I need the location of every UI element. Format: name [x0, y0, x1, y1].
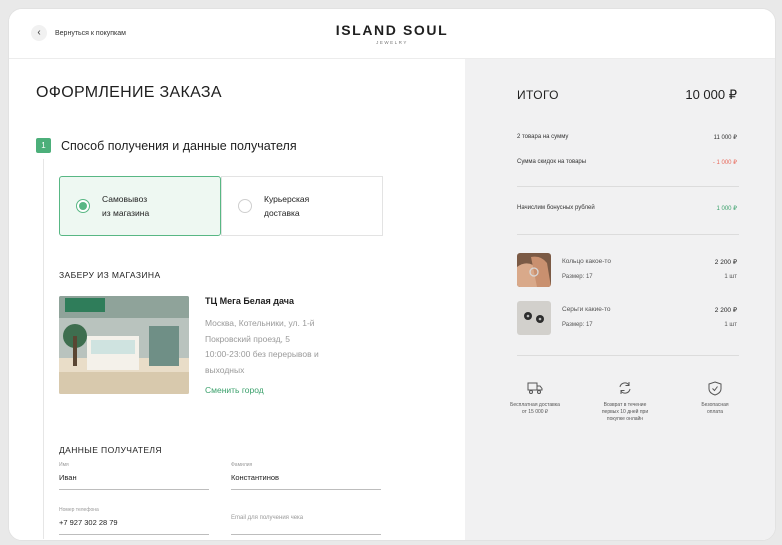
step-title: Способ получения и данные получателя	[61, 138, 297, 153]
option-pickup-line2: из магазина	[102, 208, 150, 218]
summary-total-header: ИТОГО 10 000 ₽	[517, 87, 737, 103]
email-field[interactable]: Email для получения чека	[231, 507, 381, 535]
last-name-value[interactable]: Константинов	[231, 473, 381, 482]
brand-logo[interactable]: ISLAND SOUL JEWELRY	[9, 22, 775, 45]
benefit-text: первых 10 дней при	[601, 409, 649, 415]
first-name-label: Имя	[59, 462, 69, 468]
divider	[517, 234, 739, 235]
email-placeholder[interactable]: Email для получения чека	[231, 515, 381, 521]
benefit-text: покупке онлайн	[606, 416, 644, 422]
last-name-field[interactable]: Фамилия Константинов	[231, 462, 381, 490]
product-item[interactable]: Кольцо какое-то Размер: 17 2 200 ₽ 1 шт	[517, 253, 737, 289]
discount-value: - 1 000 ₽	[712, 160, 737, 166]
benefit-text: оплата	[706, 409, 724, 415]
subtotal-label: 2 товара на сумму	[517, 134, 569, 140]
product-quantity: 1 шт	[724, 274, 737, 280]
option-courier-line1: Курьерская	[264, 194, 310, 204]
option-courier[interactable]: Курьерская доставка	[221, 176, 383, 236]
truck-icon	[495, 381, 575, 397]
phone-label: Номер телефона	[59, 507, 99, 513]
step-number-badge: 1	[36, 138, 51, 153]
store-address-line: Покровский проезд, 5	[205, 333, 290, 344]
radio-unselected[interactable]	[238, 199, 252, 213]
checkout-form: ОФОРМЛЕНИЕ ЗАКАЗА 1 Способ получения и д…	[9, 59, 465, 540]
store-address-line: Москва, Котельники, ул. 1-й	[205, 318, 315, 328]
summary-line-bonus: Начислим бонусных рублей 1 000 ₽	[517, 205, 737, 212]
bonus-label: Начислим бонусных рублей	[517, 205, 595, 211]
pickup-section-title: ЗАБЕРУ ИЗ МАГАЗИНА	[59, 270, 161, 280]
benefit-free-delivery: Бесплатная доставка от 15 000 ₽	[495, 381, 575, 423]
phone-value[interactable]: +7 927 302 28 79	[59, 518, 209, 527]
benefit-text: от 15 000 ₽	[521, 409, 549, 415]
phone-field[interactable]: Номер телефона +7 927 302 28 79	[59, 507, 209, 535]
first-name-field[interactable]: Имя Иван	[59, 462, 209, 490]
product-name: Серьги какие-то	[562, 306, 611, 313]
product-price: 2 200 ₽	[714, 307, 737, 314]
product-size: Размер: 17	[562, 322, 593, 328]
last-name-label: Фамилия	[231, 462, 253, 468]
radio-selected[interactable]	[76, 199, 90, 213]
product-price: 2 200 ₽	[714, 259, 737, 266]
return-icon	[585, 381, 665, 397]
option-pickup-line1: Самовывоз	[102, 194, 148, 204]
benefit-text: Возврат в течение	[603, 402, 647, 408]
store-name: ТЦ Мега Белая дача	[205, 296, 295, 306]
benefit-text: Безопасная	[701, 402, 729, 408]
benefits-row: Бесплатная доставка от 15 000 ₽ Возврат …	[495, 381, 755, 423]
page-title: ОФОРМЛЕНИЕ ЗАКАЗА	[36, 84, 222, 101]
option-pickup[interactable]: Самовывоз из магазина	[59, 176, 221, 236]
step-header: 1 Способ получения и данные получателя	[36, 138, 297, 153]
discount-label: Сумма скидок на товары	[517, 159, 587, 165]
bonus-value: 1 000 ₽	[716, 206, 738, 212]
summary-title: ИТОГО	[517, 88, 559, 102]
store-photo	[59, 296, 189, 394]
recipient-section-title: ДАННЫЕ ПОЛУЧАТЕЛЯ	[59, 445, 162, 455]
product-thumbnail	[517, 253, 551, 287]
benefit-secure-payment: Безопасная оплата	[675, 381, 755, 423]
product-name: Кольцо какое-то	[562, 258, 611, 265]
change-city-link[interactable]: Сменить город	[205, 385, 365, 395]
product-size: Размер: 17	[562, 274, 593, 280]
divider	[517, 186, 739, 187]
checkout-window: ‹ Вернуться к покупкам ISLAND SOUL JEWEL…	[8, 8, 776, 541]
benefit-return: Возврат в течение первых 10 дней при пок…	[585, 381, 665, 423]
brand-subtitle: JEWELRY	[376, 40, 408, 45]
store-hours-line: 10:00-23:00 без перерывов и	[205, 349, 319, 359]
benefit-text: Бесплатная доставка	[510, 402, 560, 408]
summary-line-discount: Сумма скидок на товары - 1 000 ₽	[517, 159, 737, 166]
summary-total-value: 10 000 ₽	[685, 87, 737, 102]
shield-check-icon	[675, 381, 755, 397]
first-name-value[interactable]: Иван	[59, 473, 209, 482]
product-quantity: 1 шт	[724, 322, 737, 328]
order-summary: ИТОГО 10 000 ₽ 2 товара на сумму 11 000 …	[465, 59, 775, 540]
brand-name: ISLAND SOUL	[335, 22, 449, 38]
subtotal-value: 11 000 ₽	[713, 135, 737, 141]
store-hours-line: выходных	[205, 364, 245, 375]
product-item[interactable]: Серьги какие-то Размер: 17 2 200 ₽ 1 шт	[517, 301, 737, 337]
step-guide-line	[43, 159, 44, 539]
summary-line-subtotal: 2 товара на сумму 11 000 ₽	[517, 134, 737, 141]
product-thumbnail	[517, 301, 551, 335]
store-info: ТЦ Мега Белая дача Москва, Котельники, у…	[205, 296, 365, 395]
header: ‹ Вернуться к покупкам ISLAND SOUL JEWEL…	[9, 9, 775, 59]
divider	[517, 355, 739, 356]
option-courier-line2: доставка	[264, 208, 300, 218]
delivery-method-options: Самовывоз из магазина Курьерская доставк…	[59, 176, 383, 236]
